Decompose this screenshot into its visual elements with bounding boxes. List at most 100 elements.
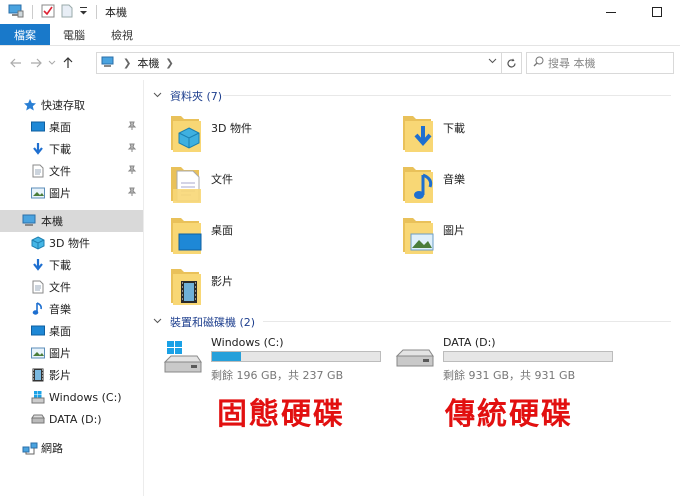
chevron-down-icon[interactable]: [153, 91, 162, 101]
videos-folder-icon: [171, 269, 201, 305]
sidebar-item-label: 圖片: [49, 347, 71, 360]
document-icon: [30, 163, 46, 179]
folder-desktop[interactable]: 桌面: [169, 212, 233, 262]
quick-access-toolbar: [0, 4, 99, 21]
star-icon: [22, 97, 38, 113]
folder-label: 下載: [443, 122, 465, 135]
desktop-icon: [30, 119, 46, 135]
navigation-pane: 快速存取 桌面 下載 文件 圖片 本機 3D 物件 下載 文件 音樂 桌面 圖片…: [0, 80, 144, 496]
forward-button[interactable]: [26, 53, 46, 73]
pin-icon[interactable]: [127, 143, 137, 156]
pin-icon[interactable]: [127, 165, 137, 178]
drive-c-tile[interactable]: Windows (C:) 剩餘 196 GB，共 237 GB: [163, 336, 393, 386]
group-divider: [223, 95, 671, 96]
sidebar-item-this-pc[interactable]: 本機: [0, 210, 143, 232]
drive-usage-bar: [443, 351, 613, 362]
up-button[interactable]: [58, 53, 78, 73]
tab-view[interactable]: 檢視: [98, 24, 146, 45]
maximize-icon: [652, 7, 662, 17]
sidebar-item-label: 圖片: [49, 187, 71, 200]
sidebar-item-desktop[interactable]: 桌面: [0, 320, 143, 342]
search-placeholder: 搜尋 本機: [548, 57, 596, 70]
sidebar-item-3d-objects[interactable]: 3D 物件: [0, 232, 143, 254]
sidebar-item-quick-pictures[interactable]: 圖片: [0, 182, 143, 204]
breadcrumb-this-pc[interactable]: 本機: [137, 55, 159, 71]
download-icon: [30, 257, 46, 273]
sidebar-item-label: Windows (C:): [49, 390, 122, 404]
maximize-button[interactable]: [634, 0, 680, 24]
network-icon: [22, 440, 38, 456]
search-input[interactable]: 搜尋 本機: [526, 52, 674, 74]
pin-icon[interactable]: [127, 121, 137, 134]
film-icon: [30, 367, 46, 383]
address-bar[interactable]: ❯ 本機 ❯: [96, 52, 502, 74]
sidebar-item-label: 下載: [49, 259, 71, 272]
sidebar-item-label: 音樂: [49, 303, 71, 316]
folders-group-header[interactable]: 資料夾 (7): [153, 88, 222, 104]
new-folder-icon[interactable]: [61, 4, 73, 21]
folder-documents[interactable]: 文件: [169, 161, 233, 211]
minimize-button[interactable]: [588, 0, 634, 24]
breadcrumb-separator: ❯: [123, 57, 132, 69]
search-icon: [533, 56, 544, 70]
sidebar-item-label: 本機: [41, 215, 63, 228]
documents-folder-icon: [171, 167, 201, 203]
chevron-down-icon: [48, 60, 56, 65]
hdd-annotation: 傳統硬碟: [445, 397, 573, 432]
sidebar-item-pictures[interactable]: 圖片: [0, 342, 143, 364]
sidebar-item-label: 文件: [49, 165, 71, 178]
sidebar-item-quick-downloads[interactable]: 下載: [0, 138, 143, 160]
group-title: 資料夾 (7): [170, 90, 223, 103]
sidebar-item-network[interactable]: 網路: [0, 437, 143, 459]
sidebar-item-quick-access[interactable]: 快速存取: [0, 94, 143, 116]
folder-label: 影片: [211, 275, 233, 288]
sidebar-item-documents[interactable]: 文件: [0, 276, 143, 298]
sidebar-item-videos[interactable]: 影片: [0, 364, 143, 386]
forward-arrow-icon: [31, 58, 42, 68]
refresh-button[interactable]: [502, 52, 522, 74]
downloads-folder-icon: [403, 116, 433, 152]
refresh-icon: [507, 58, 516, 67]
drive-usage-bar: [211, 351, 381, 362]
chevron-down-icon[interactable]: [153, 317, 162, 327]
computer-icon[interactable]: [8, 4, 24, 21]
sidebar-item-music[interactable]: 音樂: [0, 298, 143, 320]
sidebar-item-quick-documents[interactable]: 文件: [0, 160, 143, 182]
title-bar: 本機: [0, 0, 680, 24]
window-controls: [588, 0, 680, 24]
folder-videos[interactable]: 影片: [169, 263, 233, 313]
sidebar-item-drive-c[interactable]: Windows (C:): [0, 386, 143, 408]
folder-downloads[interactable]: 下載: [401, 110, 465, 160]
sidebar-item-quick-desktop[interactable]: 桌面: [0, 116, 143, 138]
sidebar-item-label: 文件: [49, 281, 71, 294]
address-dropdown-icon[interactable]: [488, 57, 497, 67]
ribbon-tabs: 檔案 電腦 檢視: [0, 24, 680, 46]
sidebar-item-label: 3D 物件: [49, 237, 90, 250]
pin-icon[interactable]: [127, 187, 137, 200]
address-row: ❯ 本機 ❯ 搜尋 本機: [0, 48, 680, 78]
drive-space-info: 剩餘 196 GB，共 237 GB: [211, 369, 344, 382]
ssd-annotation: 固態硬碟: [217, 397, 345, 432]
customize-toolbar-icon[interactable]: [79, 6, 88, 19]
sidebar-item-label: 下載: [49, 143, 71, 156]
tab-file[interactable]: 檔案: [0, 24, 50, 45]
properties-icon[interactable]: [41, 4, 55, 21]
windows-drive-icon: [30, 389, 46, 405]
drive-name: Windows (C:): [211, 336, 284, 349]
music-folder-icon: [403, 167, 433, 203]
sidebar-item-label: 網路: [41, 442, 63, 455]
sidebar-item-downloads[interactable]: 下載: [0, 254, 143, 276]
tab-computer[interactable]: 電腦: [50, 24, 98, 45]
folder-pictures[interactable]: 圖片: [401, 212, 465, 262]
recent-locations-button[interactable]: [46, 53, 58, 73]
folder-label: 圖片: [443, 224, 465, 237]
drive-d-tile[interactable]: DATA (D:) 剩餘 931 GB，共 931 GB: [395, 336, 625, 386]
folder-music[interactable]: 音樂: [401, 161, 465, 211]
folder-3d-objects[interactable]: 3D 物件: [169, 110, 252, 160]
sidebar-item-drive-d[interactable]: DATA (D:): [0, 408, 143, 430]
back-button[interactable]: [6, 53, 26, 73]
sidebar-item-label: 桌面: [49, 325, 71, 338]
desktop-icon: [30, 323, 46, 339]
devices-group-header[interactable]: 裝置和磁碟機 (2): [153, 314, 255, 330]
breadcrumb-chevron[interactable]: ❯: [165, 58, 173, 69]
